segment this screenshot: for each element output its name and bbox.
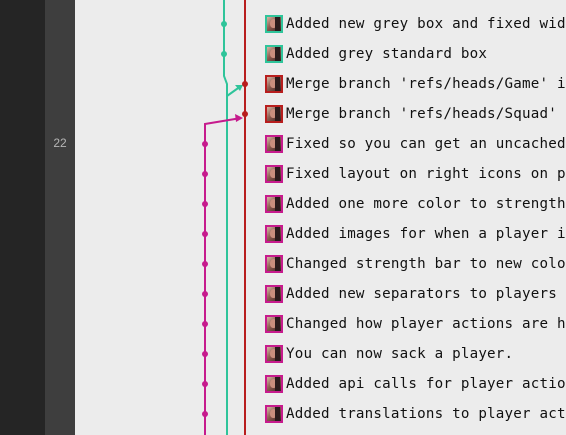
commit-message: Added images for when a player is l <box>286 226 566 242</box>
branch-line-teal-bend <box>223 54 228 435</box>
commit-dot <box>202 261 208 267</box>
commit-row[interactable]: Added translations to player action <box>262 399 566 429</box>
commit-row[interactable]: Merge branch 'refs/heads/Squad' int <box>262 99 566 129</box>
branch-line-magenta <box>204 117 242 435</box>
commit-dot <box>242 81 248 87</box>
commit-message: Added translations to player action <box>286 406 566 422</box>
commit-row[interactable]: Added grey standard box <box>262 39 566 69</box>
commit-row[interactable]: Changed how player actions are hand <box>262 309 566 339</box>
commit-dot <box>202 141 208 147</box>
author-avatar <box>265 75 283 93</box>
author-avatar <box>265 315 283 333</box>
commit-message: Added new grey box and fixed width <box>286 16 566 32</box>
commit-row[interactable]: Added one more color to strength ba <box>262 189 566 219</box>
author-avatar <box>265 285 283 303</box>
author-avatar <box>265 195 283 213</box>
commit-message: Fixed so you can get an uncached ve <box>286 136 566 152</box>
commit-dot <box>242 111 248 117</box>
commit-dot <box>202 321 208 327</box>
author-avatar <box>265 345 283 363</box>
line-number: 22 <box>53 136 67 150</box>
commit-dot <box>202 291 208 297</box>
author-avatar <box>265 135 283 153</box>
author-avatar <box>265 225 283 243</box>
commit-dot <box>202 201 208 207</box>
commit-message: Added api calls for player actions <box>286 376 566 392</box>
commit-row[interactable]: Fixed so you can get an uncached ve <box>262 129 566 159</box>
commit-message: Added new separators to players tab <box>286 286 566 302</box>
commit-row[interactable]: Fixed layout on right icons on play <box>262 159 566 189</box>
commit-row[interactable]: You can now sack a player. <box>262 339 566 369</box>
commit-message: Merge branch 'refs/heads/Squad' int <box>286 106 566 122</box>
commit-dot <box>202 411 208 417</box>
sidebar-panel <box>0 0 45 435</box>
commit-row[interactable]: Added images for when a player is l <box>262 219 566 249</box>
commit-row[interactable]: Added api calls for player actions <box>262 369 566 399</box>
author-avatar <box>265 375 283 393</box>
commit-dot <box>202 171 208 177</box>
commit-dot <box>202 231 208 237</box>
author-avatar <box>265 255 283 273</box>
commit-message: Changed strength bar to new color t <box>286 256 566 272</box>
commit-dot <box>202 381 208 387</box>
commit-dot <box>221 21 227 27</box>
author-avatar <box>265 105 283 123</box>
commit-message: Merge branch 'refs/heads/Game' into <box>286 76 566 92</box>
commit-list: Added new grey box and fixed width Added… <box>262 0 566 435</box>
commit-dot <box>202 351 208 357</box>
commit-message: You can now sack a player. <box>286 346 514 362</box>
commit-message: Changed how player actions are hand <box>286 316 566 332</box>
author-avatar <box>265 15 283 33</box>
author-avatar <box>265 45 283 63</box>
commit-dot <box>221 51 227 57</box>
line-number-gutter <box>45 0 75 435</box>
author-avatar <box>265 165 283 183</box>
commit-message: Added one more color to strength ba <box>286 196 566 212</box>
commit-row[interactable]: Merge branch 'refs/heads/Game' into <box>262 69 566 99</box>
commit-graph <box>202 0 248 435</box>
commit-row[interactable]: Added new grey box and fixed width <box>262 9 566 39</box>
commit-row[interactable]: Added new separators to players tab <box>262 279 566 309</box>
commit-message: Fixed layout on right icons on play <box>286 166 566 182</box>
merge-arrowhead-magenta <box>235 114 243 122</box>
author-avatar <box>265 405 283 423</box>
commit-row[interactable]: Changed strength bar to new color t <box>262 249 566 279</box>
commit-message: Added grey standard box <box>286 46 488 62</box>
